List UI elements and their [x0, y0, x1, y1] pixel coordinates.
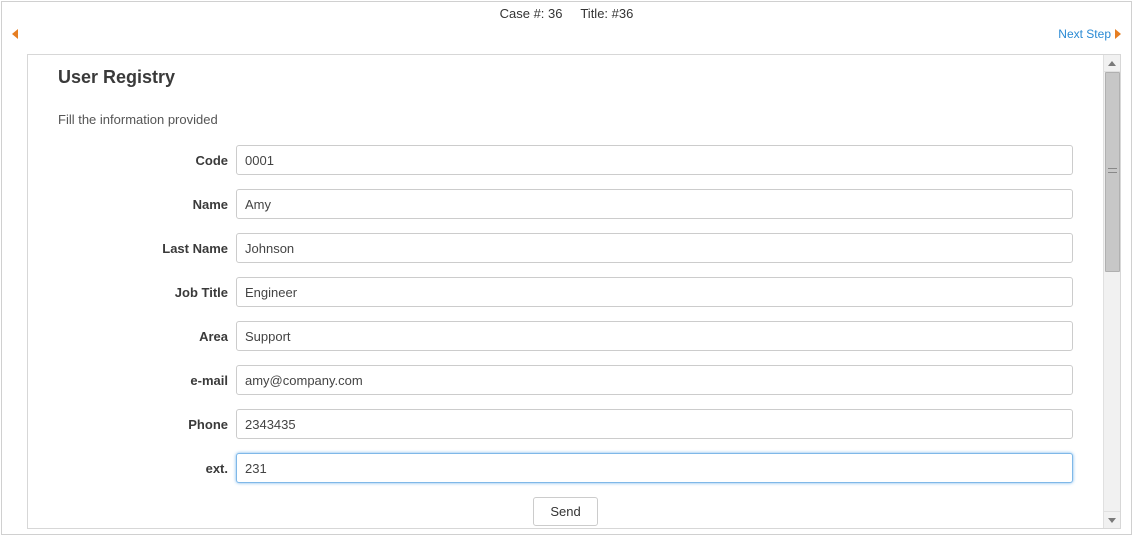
input-lastname[interactable]: [236, 233, 1073, 263]
next-step-label: Next Step: [1058, 27, 1111, 41]
row-ext: ext.: [58, 453, 1073, 483]
case-value: 36: [548, 6, 562, 21]
label-name: Name: [58, 197, 236, 212]
label-code: Code: [58, 153, 236, 168]
label-phone: Phone: [58, 417, 236, 432]
next-step-link[interactable]: Next Step: [1058, 27, 1121, 41]
scroll-thumb-grip-icon: [1108, 168, 1117, 173]
row-phone: Phone: [58, 409, 1073, 439]
label-area: Area: [58, 329, 236, 344]
submit-row: Send: [58, 497, 1073, 526]
send-button[interactable]: Send: [533, 497, 597, 526]
next-step-icon: [1115, 29, 1121, 39]
title-value: #36: [612, 6, 634, 21]
row-code: Code: [58, 145, 1073, 175]
input-code[interactable]: [236, 145, 1073, 175]
input-ext[interactable]: [236, 453, 1073, 483]
case-label: Case #:: [500, 6, 545, 21]
form-panel: User Registry Fill the information provi…: [27, 54, 1121, 529]
form-subtitle: Fill the information provided: [58, 112, 1073, 127]
input-jobtitle[interactable]: [236, 277, 1073, 307]
row-lastname: Last Name: [58, 233, 1073, 263]
label-ext: ext.: [58, 461, 236, 476]
row-area: Area: [58, 321, 1073, 351]
input-name[interactable]: [236, 189, 1073, 219]
row-name: Name: [58, 189, 1073, 219]
scroll-down-button[interactable]: [1104, 511, 1120, 528]
input-area[interactable]: [236, 321, 1073, 351]
scroll-up-button[interactable]: [1104, 55, 1120, 72]
prev-step-icon[interactable]: [12, 29, 18, 39]
scroll-thumb[interactable]: [1105, 72, 1120, 272]
row-email: e-mail: [58, 365, 1073, 395]
form-title: User Registry: [58, 67, 1073, 88]
chevron-down-icon: [1108, 518, 1116, 523]
label-lastname: Last Name: [58, 241, 236, 256]
input-email[interactable]: [236, 365, 1073, 395]
app-window: Case #: 36 Title: #36 Next Step User Reg…: [1, 1, 1132, 535]
title-label: Title:: [580, 6, 608, 21]
form-scroll-area: User Registry Fill the information provi…: [28, 55, 1103, 528]
row-jobtitle: Job Title: [58, 277, 1073, 307]
case-header: Case #: 36 Title: #36: [2, 2, 1131, 25]
chevron-up-icon: [1108, 61, 1116, 66]
label-email: e-mail: [58, 373, 236, 388]
step-navbar: Next Step: [2, 25, 1131, 43]
scrollbar-vertical[interactable]: [1103, 55, 1120, 528]
input-phone[interactable]: [236, 409, 1073, 439]
label-jobtitle: Job Title: [58, 285, 236, 300]
